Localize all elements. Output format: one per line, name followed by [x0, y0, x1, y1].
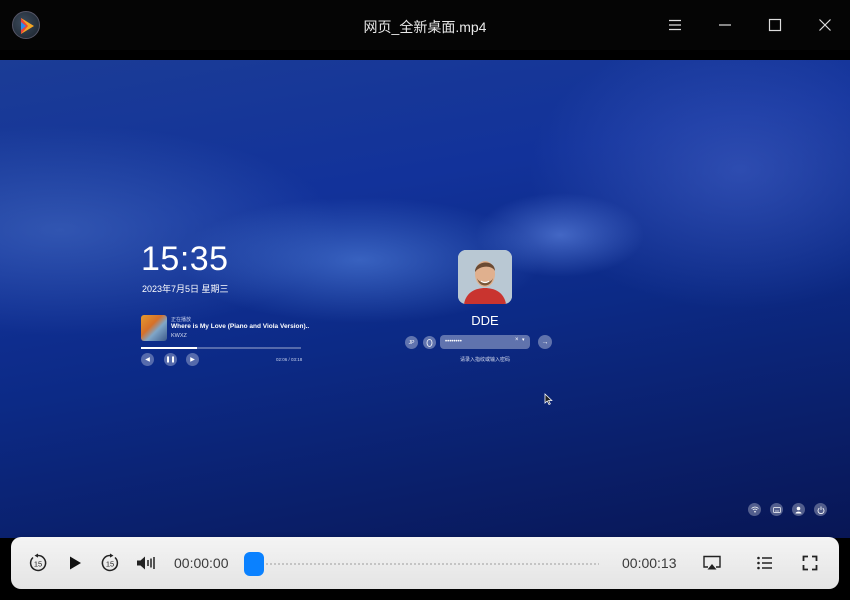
volume-icon[interactable]	[133, 550, 159, 576]
user-name: DDE	[471, 313, 499, 328]
lockscreen-clock: 15:35	[141, 240, 229, 278]
forward-15-icon[interactable]: 15	[97, 550, 123, 576]
lockscreen-date: 2023年7月5日 星期三	[142, 284, 229, 294]
keyboard-icon	[770, 503, 783, 516]
music-prev-icon: ◀	[141, 353, 154, 366]
title-bar: 网页_全新桌面.mp4	[0, 0, 850, 50]
music-progress-fill	[141, 347, 197, 349]
progress-track[interactable]	[254, 563, 599, 565]
play-icon[interactable]	[62, 550, 88, 576]
music-status: 正在播放	[171, 317, 192, 323]
clear-icon: ×	[515, 337, 519, 343]
music-song-title: Where is My Love (Piano and Viola Versio…	[171, 323, 310, 330]
user-icon	[792, 503, 805, 516]
forward-label: 15	[106, 560, 114, 569]
screen-cast-icon[interactable]	[699, 550, 725, 576]
rewind-15-icon[interactable]: 15	[25, 550, 51, 576]
album-cover	[141, 315, 167, 341]
chevron-down-icon: ▾	[522, 337, 525, 343]
current-time: 00:00:00	[174, 555, 229, 571]
playback-control-bar: 15 15 00:00:00 00:00:13	[11, 537, 839, 589]
fullscreen-icon[interactable]	[797, 550, 823, 576]
maximize-icon[interactable]	[760, 10, 790, 40]
progress-handle[interactable]	[244, 552, 264, 576]
playlist-icon[interactable]	[752, 550, 778, 576]
music-progress-bar	[141, 347, 301, 349]
mouse-cursor-icon	[544, 392, 553, 410]
music-artist: KWXZ	[171, 333, 187, 339]
menu-icon[interactable]	[660, 10, 690, 40]
music-time: 02:06 / 03:18	[276, 357, 303, 362]
video-frame[interactable]: 15:35 2023年7月5日 星期三 正在播放 Where is My Lov…	[0, 60, 850, 538]
wifi-icon	[748, 503, 761, 516]
submit-arrow-icon: →	[538, 335, 552, 349]
password-hint: 请录入指纹或输入密码	[459, 357, 510, 363]
user-avatar	[458, 250, 512, 304]
power-icon	[814, 503, 827, 516]
fingerprint-icon	[423, 336, 436, 349]
rewind-label: 15	[34, 560, 42, 569]
minimize-icon[interactable]	[710, 10, 740, 40]
music-pause-icon: ❚❚	[164, 353, 177, 366]
keyboard-layout-button: JP	[405, 336, 418, 349]
total-time: 00:00:13	[622, 555, 677, 571]
close-icon[interactable]	[810, 10, 840, 40]
music-next-icon: ▶	[186, 353, 199, 366]
